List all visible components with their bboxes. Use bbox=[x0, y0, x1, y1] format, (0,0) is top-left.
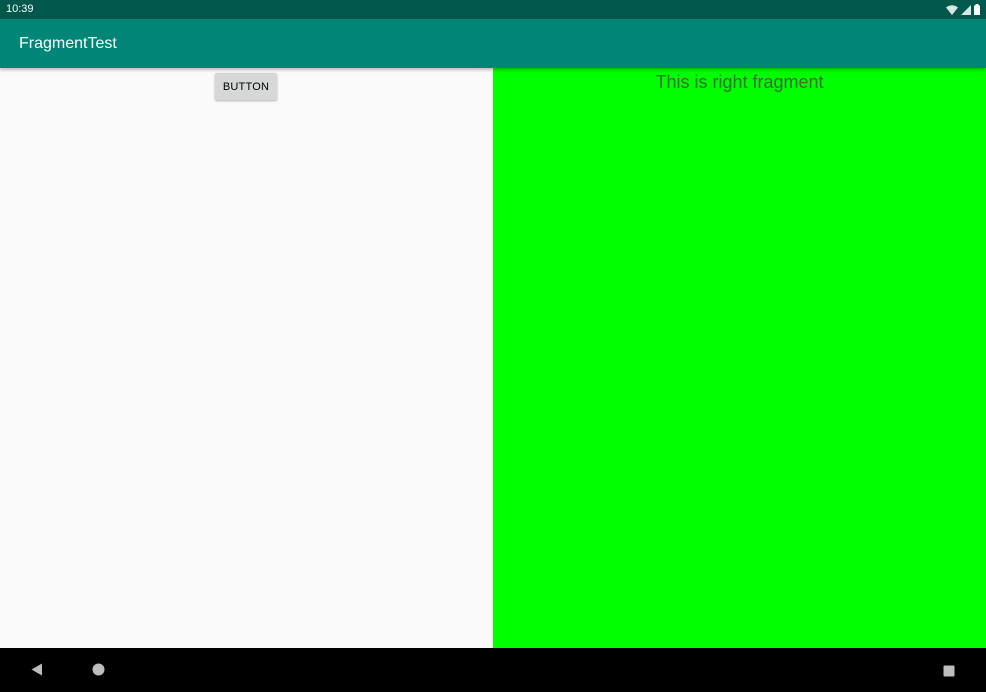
recents-icon[interactable] bbox=[943, 664, 955, 677]
app-bar: FragmentTest bbox=[0, 19, 986, 68]
navigation-bar bbox=[0, 648, 986, 692]
right-fragment-text: This is right fragment bbox=[655, 72, 824, 92]
status-bar: 10:39 bbox=[0, 0, 986, 19]
battery-icon bbox=[974, 4, 980, 15]
device-screen: 10:39 FragmentTest BUTTON This is right … bbox=[0, 0, 986, 692]
wifi-icon bbox=[946, 4, 958, 15]
button[interactable]: BUTTON bbox=[215, 73, 277, 100]
back-icon[interactable] bbox=[31, 663, 43, 676]
home-icon[interactable] bbox=[92, 663, 105, 676]
status-time: 10:39 bbox=[6, 3, 34, 15]
right-fragment: This is right fragment bbox=[493, 68, 986, 648]
signal-icon bbox=[961, 4, 971, 15]
status-icons bbox=[946, 3, 980, 16]
left-fragment: BUTTON bbox=[0, 68, 493, 648]
app-title: FragmentTest bbox=[19, 35, 117, 52]
